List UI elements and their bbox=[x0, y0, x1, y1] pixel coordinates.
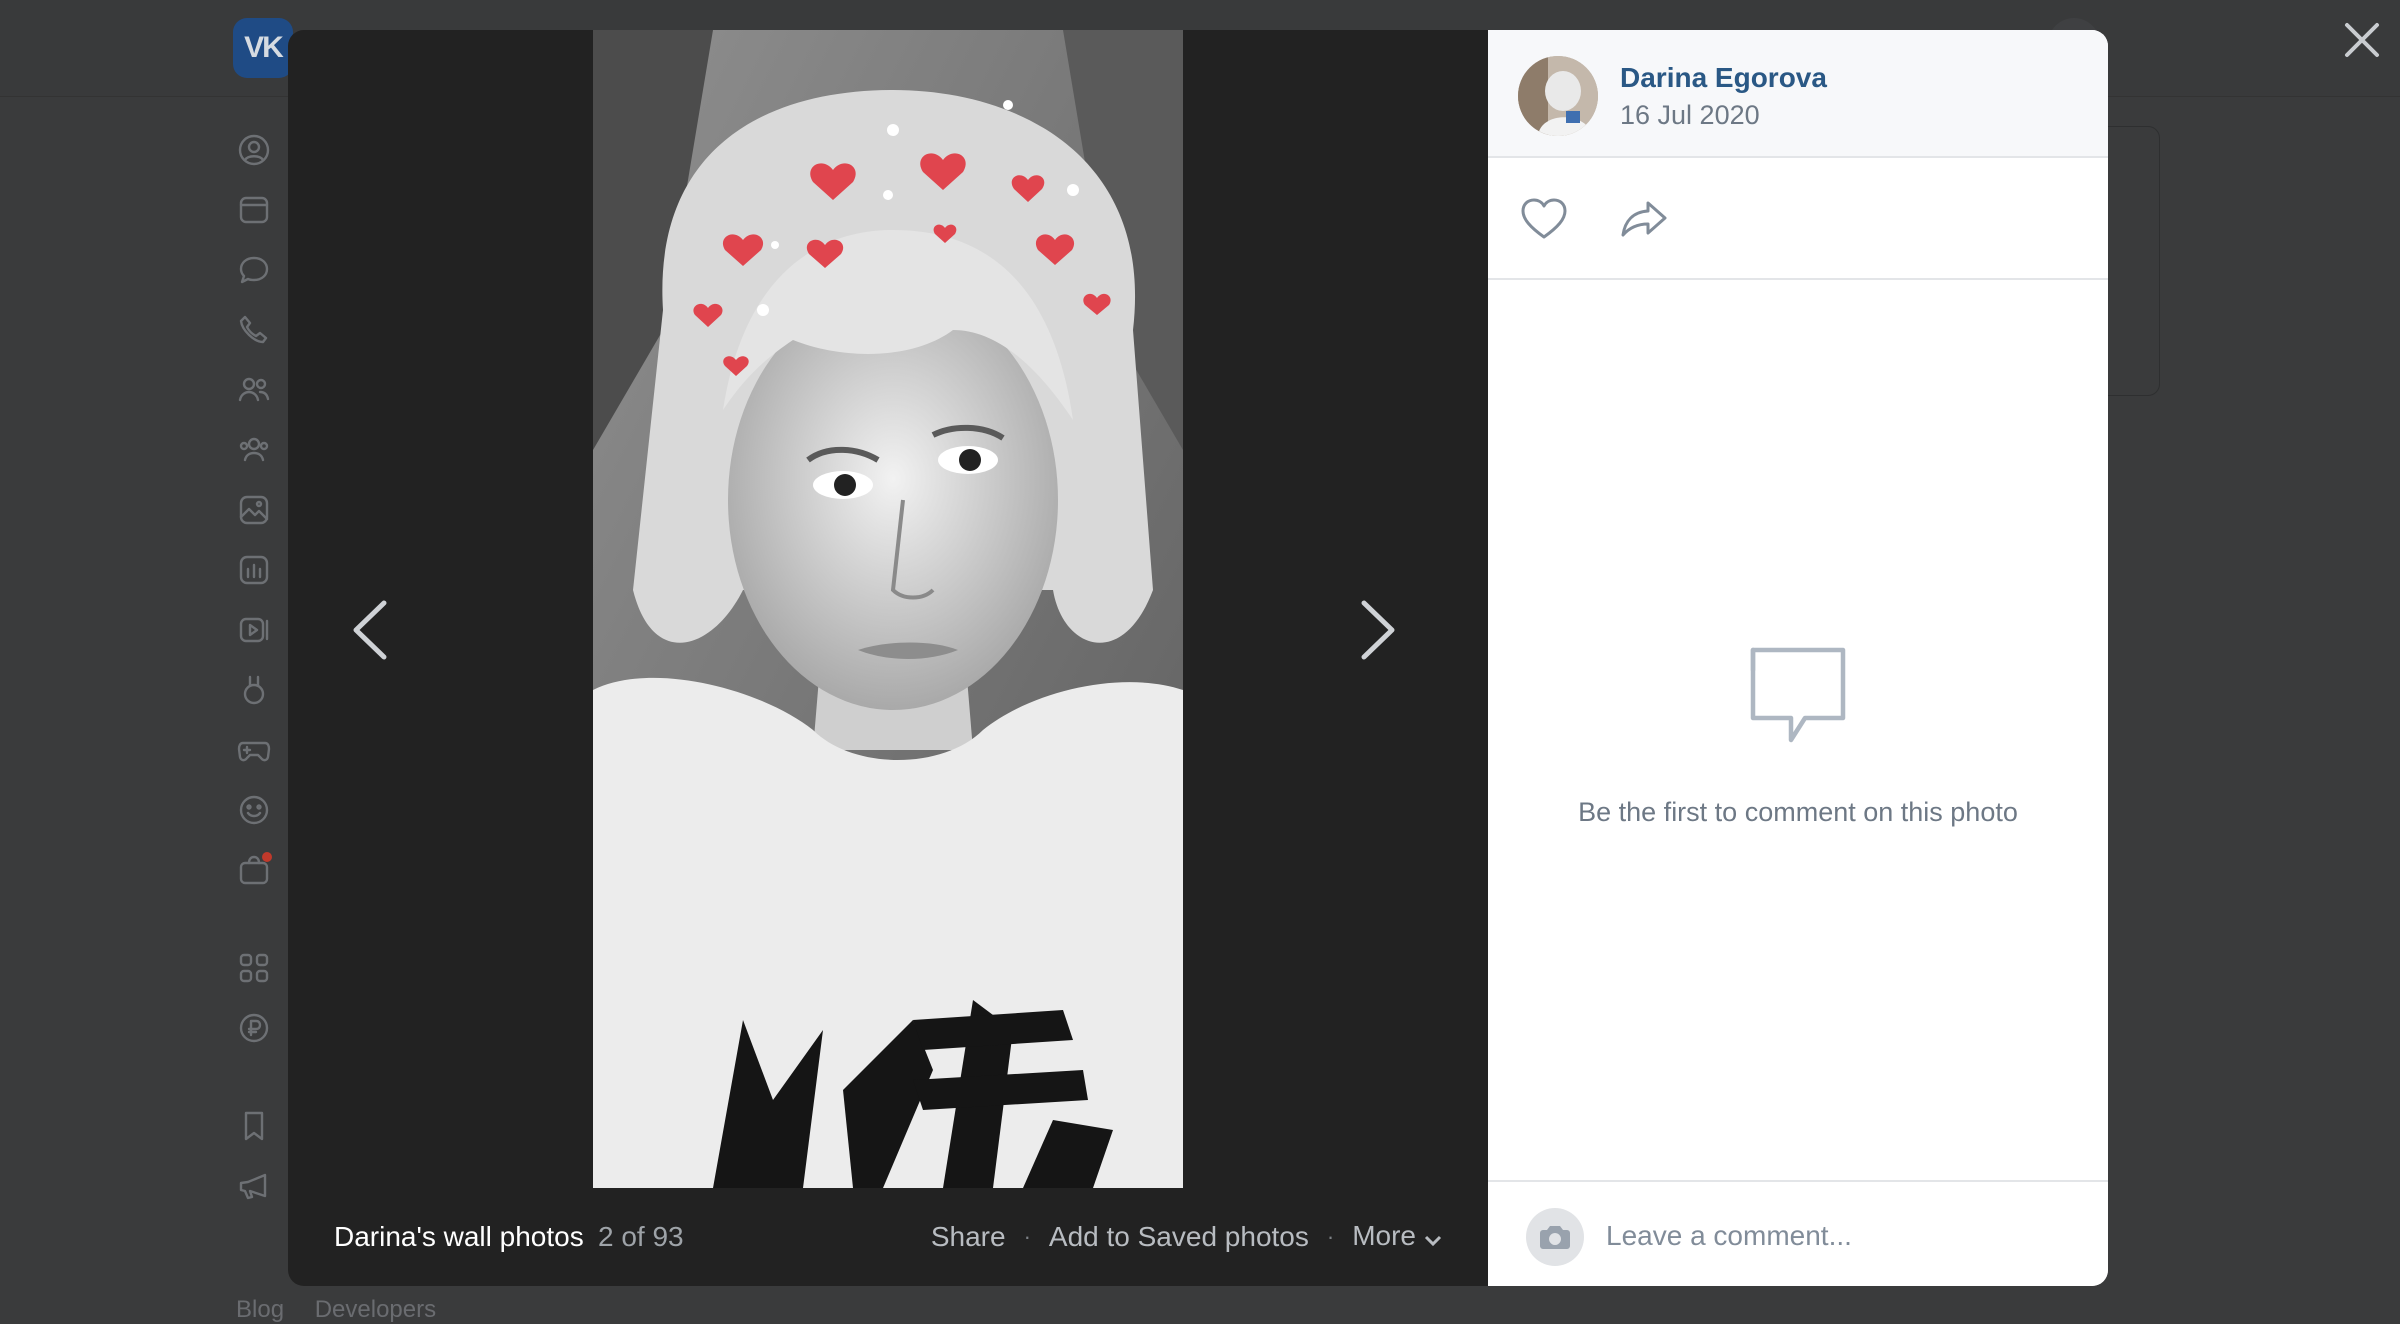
comments-icon bbox=[1743, 640, 1853, 750]
photo-bottom-bar: Darina's wall photos 2 of 93 Share · Add… bbox=[288, 1188, 1488, 1286]
heart-icon bbox=[1521, 198, 1567, 239]
previous-photo-button[interactable] bbox=[330, 570, 410, 690]
friends-icon bbox=[234, 370, 274, 410]
video-icon bbox=[234, 610, 274, 650]
photo-counter: 2 of 93 bbox=[598, 1221, 684, 1252]
post-date: 16 Jul 2020 bbox=[1620, 100, 1760, 130]
background-footer-links: Blog Developers bbox=[236, 1296, 460, 1324]
comment-composer bbox=[1488, 1180, 2108, 1286]
portrait-photo bbox=[593, 30, 1183, 1188]
games-icon bbox=[234, 730, 274, 770]
photo-image[interactable] bbox=[593, 30, 1183, 1188]
reactions-bar bbox=[1488, 158, 2108, 280]
close-icon bbox=[2345, 23, 2379, 57]
share-button[interactable] bbox=[1616, 194, 1672, 244]
profile-icon bbox=[234, 130, 274, 170]
camera-icon bbox=[1540, 1226, 1570, 1249]
more-label: More bbox=[1352, 1220, 1416, 1252]
chevron-right-icon bbox=[1361, 600, 1395, 660]
next-photo-button[interactable] bbox=[1338, 570, 1418, 690]
empty-comments-state: Be the first to comment on this photo bbox=[1488, 640, 2108, 828]
news-icon bbox=[234, 190, 274, 230]
bookmarks-icon bbox=[234, 1106, 274, 1146]
separator-dot: · bbox=[1023, 1223, 1031, 1249]
add-to-saved-action[interactable]: Add to Saved photos bbox=[1049, 1221, 1309, 1253]
comment-input[interactable] bbox=[1604, 1204, 2078, 1268]
calls-icon bbox=[234, 310, 274, 350]
ads-icon bbox=[234, 1166, 274, 1206]
like-button[interactable] bbox=[1516, 194, 1572, 244]
author-header: Darina Egorova 16 Jul 2020 bbox=[1488, 30, 2108, 158]
close-viewer-button[interactable] bbox=[2336, 14, 2388, 66]
chevron-left-icon bbox=[353, 600, 387, 660]
communities-icon bbox=[234, 430, 274, 470]
vk-logo: VK bbox=[233, 18, 293, 78]
attach-photo-button[interactable] bbox=[1526, 1208, 1584, 1266]
photo-info-panel: Darina Egorova 16 Jul 2020 Be the first … bbox=[1488, 30, 2108, 1286]
album-title-link[interactable]: Darina's wall photos bbox=[334, 1221, 584, 1253]
photo-area: Darina's wall photos 2 of 93 Share · Add… bbox=[288, 30, 1488, 1286]
messages-icon bbox=[234, 250, 274, 290]
share-arrow-icon bbox=[1621, 201, 1667, 237]
stickers-icon bbox=[234, 790, 274, 830]
footer-link-developers: Developers bbox=[314, 1296, 437, 1323]
pay-icon bbox=[234, 1008, 274, 1048]
music-icon bbox=[234, 550, 274, 590]
photo-actions: Share · Add to Saved photos · More bbox=[931, 1220, 1442, 1254]
services-icon bbox=[234, 948, 274, 988]
separator-dot: · bbox=[1326, 1223, 1335, 1249]
empty-comments-text: Be the first to comment on this photo bbox=[1578, 797, 2018, 827]
chevron-down-icon bbox=[1424, 1222, 1442, 1254]
author-avatar[interactable] bbox=[1518, 56, 1598, 136]
more-action[interactable]: More bbox=[1352, 1220, 1442, 1254]
share-action[interactable]: Share bbox=[931, 1221, 1006, 1253]
market-icon bbox=[234, 850, 274, 890]
footer-link-blog: Blog bbox=[236, 1296, 285, 1323]
clips-icon bbox=[234, 670, 274, 710]
photos-icon bbox=[234, 490, 274, 530]
author-name-link[interactable]: Darina Egorova bbox=[1620, 62, 1827, 94]
photo-viewer: Darina's wall photos 2 of 93 Share · Add… bbox=[288, 30, 2108, 1286]
